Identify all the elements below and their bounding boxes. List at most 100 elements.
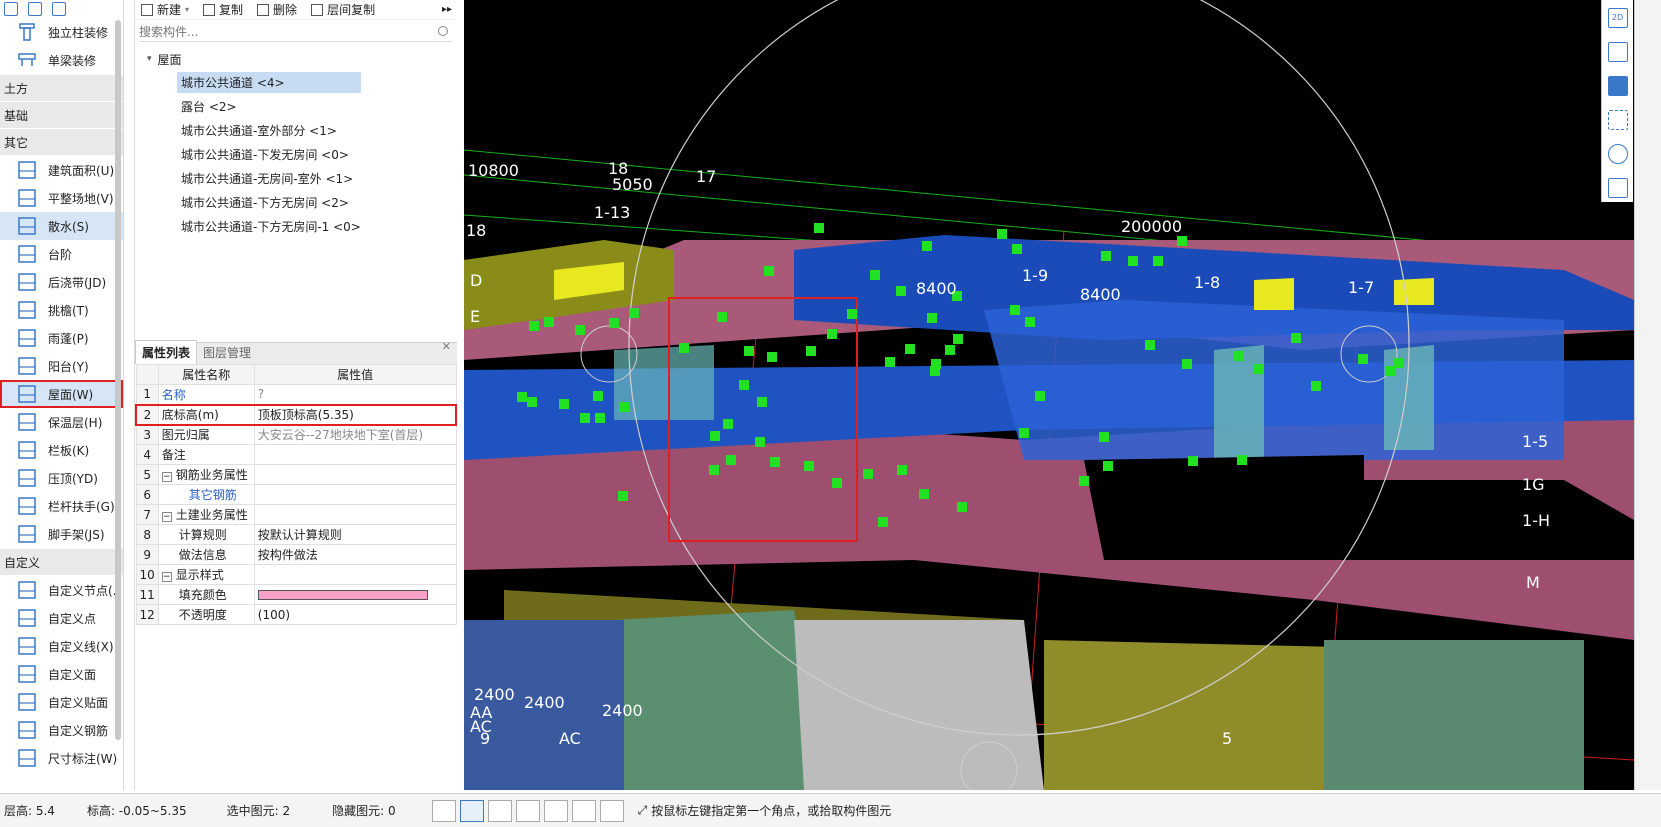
cube-view-icon[interactable] [1607, 42, 1628, 62]
sidebar-item-dimension[interactable]: 尺寸标注(W) [0, 744, 123, 772]
cross-select-icon[interactable] [487, 799, 512, 822]
grip-point[interactable] [1153, 256, 1163, 266]
tree-item[interactable]: 露台 <2> [135, 94, 456, 118]
property-value-cell[interactable]: 按默认计算规则 [253, 524, 457, 545]
property-row[interactable]: 10− 显示样式 [135, 564, 457, 585]
detail-view-icon[interactable] [52, 2, 66, 16]
grip-point[interactable] [1291, 333, 1301, 343]
floor-copy-button[interactable]: 层间复制 [311, 1, 375, 18]
grip-point[interactable] [897, 465, 907, 475]
grip-point[interactable] [927, 313, 937, 323]
property-value-cell[interactable]: 顶板顶标高(5.35) [253, 403, 457, 426]
grip-point[interactable] [764, 266, 774, 276]
sidebar-item-custom-veneer[interactable]: 自定义贴面 [0, 688, 123, 716]
grip-point[interactable] [814, 223, 824, 233]
grip-point[interactable] [679, 343, 689, 353]
grip-point[interactable] [580, 413, 590, 423]
sidebar-item-custom-face[interactable]: 自定义面 [0, 660, 123, 688]
grip-point[interactable] [717, 312, 727, 322]
sidebar-item-custom-line[interactable]: 自定义线(X) [0, 632, 123, 660]
new-button[interactable]: 新建 ▾ [141, 1, 189, 18]
grip-point[interactable] [757, 397, 767, 407]
grip-point[interactable] [1035, 391, 1045, 401]
sidebar-item-railing[interactable]: 栏杆扶手(G) [0, 492, 123, 520]
grip-point[interactable] [870, 270, 880, 280]
sidebar-item-eave[interactable]: 挑檐(T) [0, 296, 123, 324]
2d-view-icon[interactable]: 2D [1607, 8, 1628, 28]
grip-point[interactable] [997, 229, 1007, 239]
sidebar-item-coping[interactable]: 压顶(YD) [0, 464, 123, 492]
grip-point[interactable] [804, 461, 814, 471]
property-value-cell[interactable] [253, 584, 457, 605]
sidebar-item-column-finish[interactable]: 独立柱装修 [0, 18, 123, 46]
property-value-cell[interactable] [253, 564, 457, 585]
arc-icon[interactable] [599, 799, 624, 822]
property-value-cell[interactable] [253, 444, 457, 465]
collapse-icon[interactable]: ▾ [147, 54, 152, 64]
property-row[interactable]: 11 填充颜色 [135, 584, 457, 605]
more-icon[interactable]: ▸▸ [442, 4, 452, 15]
close-icon[interactable]: ✕ [442, 340, 451, 353]
sidebar-scrollbar[interactable] [115, 20, 121, 740]
grip-point[interactable] [1025, 317, 1035, 327]
category-foundation[interactable]: 基础 [0, 102, 123, 128]
grip-point[interactable] [1177, 236, 1187, 246]
tree-item[interactable]: 城市公共通道-无房间-室外 <1> [135, 166, 456, 190]
grip-point[interactable] [905, 344, 915, 354]
property-row[interactable]: 1 名称? [135, 384, 457, 405]
grip-point[interactable] [1103, 461, 1113, 471]
sidebar-item-parapet[interactable]: 栏板(K) [0, 436, 123, 464]
sidebar-item-balcony[interactable]: 阳台(Y) [0, 352, 123, 380]
property-value-cell[interactable]: ? [253, 384, 457, 405]
layer-list-icon[interactable] [1607, 178, 1628, 198]
grip-point[interactable] [755, 437, 765, 447]
grip-point[interactable] [726, 455, 736, 465]
grip-point[interactable] [529, 321, 539, 331]
grip-point[interactable] [896, 286, 906, 296]
property-value-cell[interactable]: (100) [253, 604, 457, 625]
3d-viewport[interactable]: 10800 18 5050 17 1-13 18 200000 8400 1-9 8400 1-8 1… [464, 0, 1634, 790]
copy-button[interactable]: 复制 [203, 1, 243, 18]
grip-point[interactable] [1019, 428, 1029, 438]
property-value-cell[interactable]: 大安云谷--27地块地下室(首层) [253, 424, 457, 445]
grip-point[interactable] [953, 334, 963, 344]
grip-point[interactable] [1145, 340, 1155, 350]
tree-root[interactable]: ▾ 屋面 [135, 48, 456, 70]
sidebar-item-insulation[interactable]: 保温层(H) [0, 408, 123, 436]
fullscreen-icon[interactable] [1607, 110, 1628, 130]
category-custom[interactable]: 自定义 [0, 549, 123, 575]
grip-point[interactable] [930, 366, 940, 376]
grip-point[interactable] [945, 345, 955, 355]
tree-item[interactable]: 城市公共通道-下发无房间 <0> [135, 142, 456, 166]
rect-select-icon[interactable] [459, 799, 484, 822]
grip-point[interactable] [1253, 364, 1263, 374]
grip-point[interactable] [1101, 251, 1111, 261]
property-row[interactable]: 12 不透明度 (100) [135, 604, 457, 625]
grip-point[interactable] [593, 391, 603, 401]
property-row[interactable]: 9 做法信息 按构件做法 [135, 544, 457, 565]
grip-point[interactable] [1394, 358, 1404, 368]
grip-point[interactable] [832, 478, 842, 488]
search-input[interactable] [139, 24, 429, 39]
category-other[interactable]: 其它 [0, 129, 123, 155]
3d-model-render[interactable]: 10800 185050 171-1318 20000084001-984001-8 1… [464, 0, 1634, 790]
tree-item[interactable]: 城市公共通道-下方无房间 <2> [135, 190, 456, 214]
dimension-snap-icon[interactable] [543, 799, 568, 822]
property-row[interactable]: 5− 钢筋业务属性 [135, 464, 457, 485]
collapse-icon[interactable]: − [161, 512, 172, 522]
grip-point[interactable] [957, 502, 967, 512]
tab-layer-manager[interactable]: 图层管理 [197, 341, 257, 364]
delete-button[interactable]: 删除 [257, 1, 297, 18]
sidebar-item-canopy[interactable]: 雨蓬(P) [0, 324, 123, 352]
property-row[interactable]: 6 其它钢筋 [135, 484, 457, 505]
grip-point[interactable] [595, 413, 605, 423]
grip-point[interactable] [744, 346, 754, 356]
grip-point[interactable] [919, 489, 929, 499]
tree-item[interactable]: 城市公共通道-下方无房间-1 <0> [135, 214, 456, 238]
grip-point[interactable] [575, 325, 585, 335]
grip-point[interactable] [1385, 366, 1395, 376]
property-row[interactable]: 2 底标高(m) 顶板顶标高(5.35) [134, 403, 457, 426]
grip-point[interactable] [1358, 354, 1368, 364]
grip-point[interactable] [544, 317, 554, 327]
grip-point[interactable] [619, 402, 629, 412]
